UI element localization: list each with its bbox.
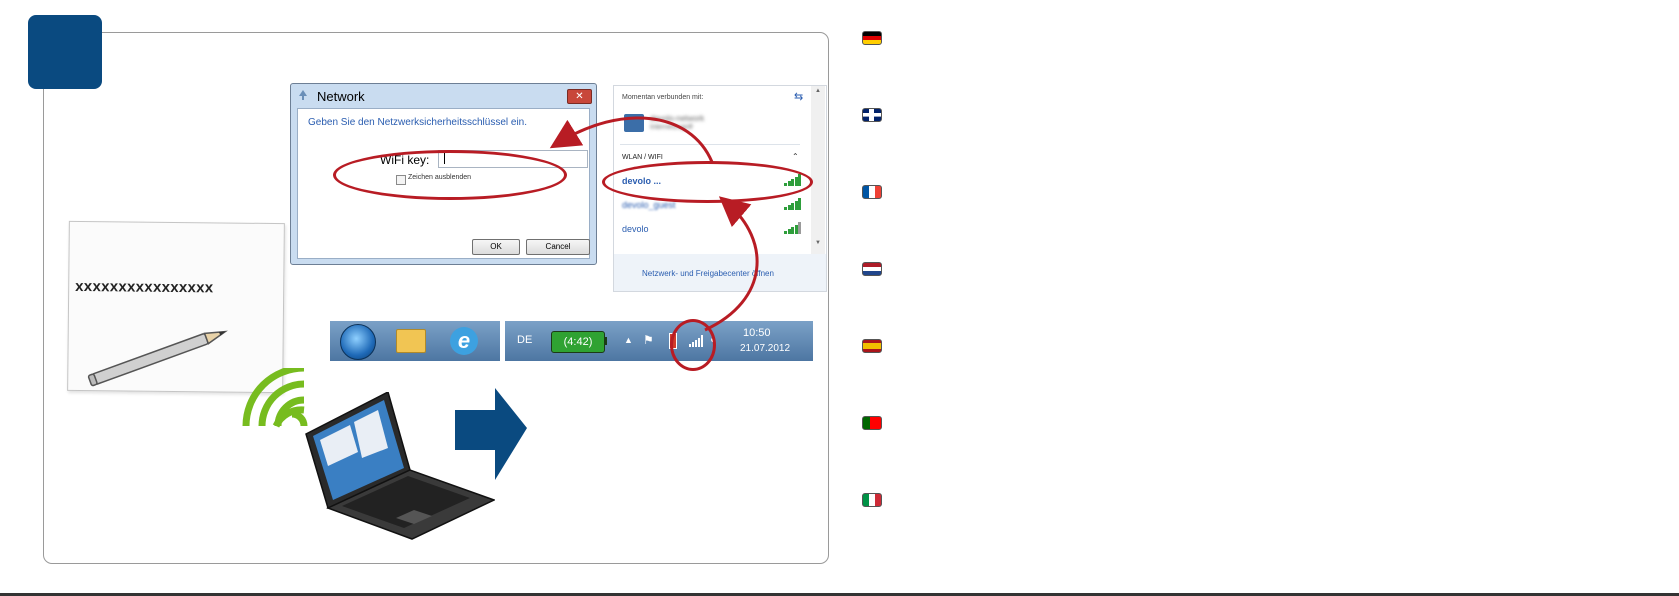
arrow-to-dialog [549, 116, 714, 163]
wifi-icon [242, 368, 308, 428]
flag-united-kingdom-icon[interactable] [862, 108, 882, 122]
flag-netherlands-icon[interactable] [862, 262, 882, 276]
arrow-to-network-list [704, 196, 759, 332]
flag-spain-icon[interactable] [862, 339, 882, 353]
next-step-arrow-icon [455, 388, 527, 480]
flag-germany-icon[interactable] [862, 31, 882, 45]
flag-france-icon[interactable] [862, 185, 882, 199]
flag-italy-icon[interactable] [862, 493, 882, 507]
flag-portugal-icon[interactable] [862, 416, 882, 430]
connector-arrows [549, 116, 759, 332]
